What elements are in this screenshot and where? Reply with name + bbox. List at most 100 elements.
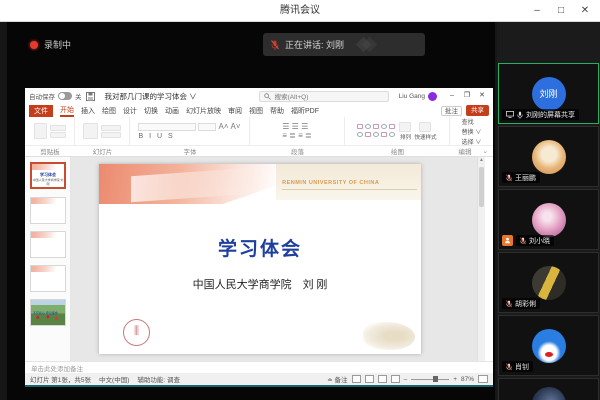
university-seal-icon [123,319,150,346]
recording-indicator[interactable]: 录制中 [30,38,71,51]
bullets-icon[interactable]: ☰ ☰ ☰ [282,122,311,131]
align-icons[interactable]: ≡ ≣ ≡ ≣ [282,131,311,140]
slide-sorter-icon[interactable] [364,375,374,383]
participant-tile[interactable]: 王丽鹏 [498,126,599,187]
tab-animations[interactable]: 动画 [165,106,179,116]
ribbon-content: A˄ A˅ B I U S ☰ ☰ ☰ ≡ ≣ ≡ ≣ 排列 快速样式 查找 替… [25,117,493,146]
new-slide-icon[interactable] [83,123,98,139]
font-size-select[interactable] [198,122,217,131]
ppt-restore-button[interactable]: ❐ [460,90,474,102]
quick-styles-icon[interactable] [419,121,432,132]
slide-thumbnail-1[interactable]: 学习体会 中国人民大学商学院 刘刚 [30,162,66,189]
participant-name: 刘小晓 [529,237,550,245]
copy-icon[interactable] [49,131,66,138]
muted-mic-icon [506,173,512,181]
arrange-icon[interactable] [399,121,412,132]
meeting-window-title: 腾讯会议 [280,5,320,16]
zoom-level[interactable]: 87% [461,376,474,383]
layout-icon[interactable] [101,124,121,131]
participant-name-tag: 肖钊 [502,361,533,372]
clipboard-group [25,117,75,145]
slide-thumbnail-2[interactable] [30,197,66,224]
slide-scrollbar[interactable]: ▲ [477,157,485,361]
muted-mic-icon [271,39,279,50]
normal-view-icon[interactable] [351,375,361,383]
font-name-select[interactable] [138,122,197,131]
maximize-button[interactable]: □ [550,2,572,20]
save-icon[interactable] [85,91,95,101]
accessibility-status[interactable]: 辅助功能: 调查 [137,374,180,384]
recording-label: 录制中 [44,40,72,50]
shrink-font-icon[interactable]: A˅ [231,122,241,131]
zoom-out-button[interactable]: – [404,376,408,383]
find-button[interactable]: 查找 [462,117,482,126]
participant-tile[interactable] [498,378,599,400]
drawing-group-label: 绘图 [391,149,404,156]
participant-name: 刘刚的屏幕共享 [526,111,575,119]
autosave-toggle[interactable]: 自动保存 关 [29,91,82,101]
reset-icon[interactable] [101,131,121,138]
notes-button[interactable]: ≐ 备注 [327,374,347,384]
comments-button[interactable]: 批注 [441,105,462,116]
paragraph-group: ☰ ☰ ☰ ≡ ≣ ≡ ≣ [250,117,345,145]
tab-help[interactable]: 帮助 [270,106,284,116]
ppt-minimize-button[interactable]: – [445,90,459,102]
slide-subtitle[interactable]: 中国人民大学商学院 刘 刚 [99,276,421,292]
tab-transitions[interactable]: 切换 [144,106,158,116]
tab-draw[interactable]: 绘图 [102,106,116,116]
shapes-gallery[interactable] [357,123,396,139]
tab-home[interactable]: 开始 [60,105,74,117]
search-input[interactable]: 搜索(Alt+Q) [258,90,389,102]
cut-icon[interactable] [49,124,66,131]
font-style-buttons[interactable]: B I U S [138,133,240,140]
select-button[interactable]: 选择 ∨ [462,137,482,146]
current-slide[interactable]: RENMIN UNIVERSITY OF CHINA 学习体会 中国人民大学商学… [99,164,421,354]
tab-file[interactable]: 文件 [29,104,53,117]
replace-button[interactable]: 替换 ∨ [462,127,482,136]
fit-slide-icon[interactable] [478,375,488,383]
slide-thumbnail-3[interactable] [30,231,66,258]
paste-icon[interactable] [33,123,47,139]
quick-styles-label: 快速样式 [414,134,437,141]
slide-thumbnail-5[interactable]: 不忘初心 牢记使命 [30,299,66,326]
reading-view-icon[interactable] [377,375,387,383]
account-name: Liu Gang [398,92,425,100]
minimize-button[interactable]: – [526,2,548,20]
collapse-ribbon-icon[interactable]: ⌄ [483,146,493,156]
tabs-right-actions: 批注 共享 [441,105,493,116]
share-button[interactable]: 共享 [466,105,489,116]
language-status[interactable]: 中文(中国) [99,374,129,384]
font-group: A˄ A˅ B I U S [130,117,250,145]
slideshow-icon[interactable] [390,375,400,383]
zoom-in-button[interactable]: + [453,376,457,383]
notes-area[interactable]: 单击此处添加备注 [25,361,493,373]
participant-tile[interactable]: 刘小晓 [498,189,599,250]
participant-tile-liugang[interactable]: 刘刚 刘刚的屏幕共享 [498,63,599,124]
slide-editing-canvas: RENMIN UNIVERSITY OF CHINA 学习体会 中国人民大学商学… [71,157,485,361]
participant-tile[interactable]: 肖钊 [498,315,599,376]
meeting-watermark-logo [355,36,378,53]
hand-raised-badge-icon [502,235,513,246]
close-button[interactable]: ✕ [574,2,596,20]
ribbon-group-labels: 剪贴板 幻灯片 字体 段落 绘图 编辑 ⌄ [25,146,493,157]
scrollbar-thumb[interactable] [479,167,484,207]
thumb-flag-graphic [32,164,64,170]
tab-design[interactable]: 设计 [123,106,137,116]
ppt-close-button[interactable]: ✕ [475,90,489,102]
tab-foxit-pdf[interactable]: 福昕PDF [291,106,319,116]
zoom-slider[interactable] [411,376,450,382]
slide-thumbnail-4[interactable] [30,265,66,292]
document-title[interactable]: 我对那几门课的学习体会 ∨ [105,91,197,102]
avatar: 刘刚 [531,76,566,111]
toggle-off-icon [58,92,72,100]
account-area[interactable]: Liu Gang [398,91,437,101]
participant-tile[interactable]: 胡彩俐 [498,252,599,313]
tab-insert[interactable]: 插入 [81,106,95,116]
zoom-slider-knob[interactable] [433,376,439,382]
slides-group [75,117,130,145]
grow-font-icon[interactable]: A˄ [218,122,228,131]
tab-review[interactable]: 审阅 [228,106,242,116]
tab-view[interactable]: 视图 [249,106,263,116]
tab-slideshow[interactable]: 幻灯片放映 [186,106,221,116]
slide-title[interactable]: 学习体会 [99,234,421,261]
